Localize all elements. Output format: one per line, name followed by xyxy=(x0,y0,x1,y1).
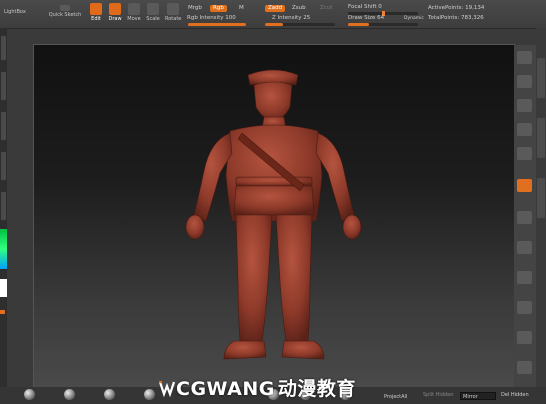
right-pane-button[interactable] xyxy=(517,147,532,160)
right-tool-pane xyxy=(514,45,536,387)
quick-sketch-label: Quick Sketch xyxy=(48,12,82,18)
left-shelf-slot[interactable] xyxy=(1,112,6,140)
material-sphere-icon[interactable] xyxy=(104,389,115,400)
rotate-icon xyxy=(167,3,179,15)
zadd-button[interactable]: Zadd xyxy=(265,5,286,12)
rotate-label: Rotate xyxy=(165,16,182,22)
z-intensity-slider[interactable] xyxy=(265,23,335,26)
rgb-intensity-label: Rgb Intensity 100 xyxy=(187,15,236,21)
material-sphere-icon[interactable] xyxy=(64,389,75,400)
secondary-color-swatch[interactable] xyxy=(0,310,5,314)
move-icon xyxy=(128,3,140,15)
focal-shift-label: Focal Shift 0 xyxy=(348,4,382,10)
draw-size-slider[interactable] xyxy=(348,23,418,26)
right-pane-button[interactable] xyxy=(517,271,532,284)
draw-label: Draw xyxy=(108,16,122,22)
total-points-readout: TotalPoints: 783,326 xyxy=(428,15,484,21)
right-pane-button[interactable] xyxy=(517,99,532,112)
mrgb-button[interactable]: Mrgb xyxy=(188,5,202,12)
color-picker[interactable] xyxy=(0,229,7,269)
lightbox-label: LightBox xyxy=(4,9,26,15)
right-pane-button[interactable] xyxy=(517,301,532,314)
zcut-button[interactable]: Zcut xyxy=(320,5,332,12)
draw-size-fill xyxy=(348,23,369,26)
right-pane-button[interactable] xyxy=(517,75,532,88)
projectall-button[interactable]: ProjectAll xyxy=(384,394,407,401)
edit-icon xyxy=(90,3,102,15)
watermark: CGWANG 动漫教育 xyxy=(158,374,356,400)
lightbox-button[interactable]: LightBox xyxy=(4,9,26,15)
z-intensity-fill xyxy=(265,23,283,26)
mirror-button[interactable]: Mirror xyxy=(460,392,496,400)
edit-button[interactable]: Edit xyxy=(88,3,104,22)
watermark-latin: CGWANG xyxy=(176,378,275,400)
right-shelf xyxy=(536,28,546,404)
material-sphere-icon[interactable] xyxy=(24,389,35,400)
scale-button[interactable]: Scale xyxy=(146,3,160,22)
m-button[interactable]: M xyxy=(239,5,244,12)
top-toolbar: LightBox Quick Sketch Edit Draw Move Sca… xyxy=(0,0,546,29)
zsub-button[interactable]: Zsub xyxy=(292,5,306,12)
rotate-button[interactable]: Rotate xyxy=(165,3,181,22)
draw-size-label: Draw Size 64 xyxy=(348,15,385,21)
quick-sketch-icon xyxy=(60,5,70,11)
character-model[interactable] xyxy=(34,45,514,387)
right-pane-button[interactable] xyxy=(517,331,532,344)
right-pane-button[interactable] xyxy=(517,123,532,136)
document-canvas[interactable] xyxy=(34,45,514,387)
watermark-logo-icon xyxy=(158,380,176,398)
draw-icon xyxy=(109,3,121,15)
right-pane-button[interactable] xyxy=(517,51,532,64)
right-pane-active-button[interactable] xyxy=(517,179,532,192)
rgb-button[interactable]: Rgb xyxy=(210,5,227,12)
right-pane-button[interactable] xyxy=(517,211,532,224)
z-intensity-label: Z Intensity 25 xyxy=(272,15,311,21)
scale-icon xyxy=(147,3,159,15)
rgb-intensity-slider[interactable] xyxy=(188,23,246,26)
left-shelf xyxy=(0,28,7,404)
rgb-intensity-fill xyxy=(188,23,246,26)
right-shelf-slot[interactable] xyxy=(537,118,545,158)
right-pane-button[interactable] xyxy=(517,361,532,374)
right-shelf-slot[interactable] xyxy=(537,178,545,218)
left-shelf-slot[interactable] xyxy=(1,192,6,220)
quick-sketch-button[interactable]: Quick Sketch xyxy=(48,5,82,18)
material-sphere-icon[interactable] xyxy=(144,389,155,400)
right-pane-button[interactable] xyxy=(517,241,532,254)
move-label: Move xyxy=(127,16,141,22)
split-hidden-button[interactable]: Split Hidden xyxy=(423,392,453,399)
left-shelf-slot[interactable] xyxy=(1,72,6,100)
main-color-swatch[interactable] xyxy=(0,279,7,297)
edit-label: Edit xyxy=(91,16,101,22)
scale-label: Scale xyxy=(146,16,160,22)
draw-button[interactable]: Draw xyxy=(107,3,123,22)
move-button[interactable]: Move xyxy=(127,3,141,22)
del-hidden-button[interactable]: Del Hidden xyxy=(501,392,529,399)
left-shelf-slot[interactable] xyxy=(1,152,6,180)
active-points-readout: ActivePoints: 19,134 xyxy=(428,5,485,11)
watermark-chinese: 动漫教育 xyxy=(277,378,356,400)
dynamic-button[interactable]: Dynamic xyxy=(404,15,424,22)
left-shelf-slot[interactable] xyxy=(1,36,6,60)
right-shelf-slot[interactable] xyxy=(537,58,545,98)
